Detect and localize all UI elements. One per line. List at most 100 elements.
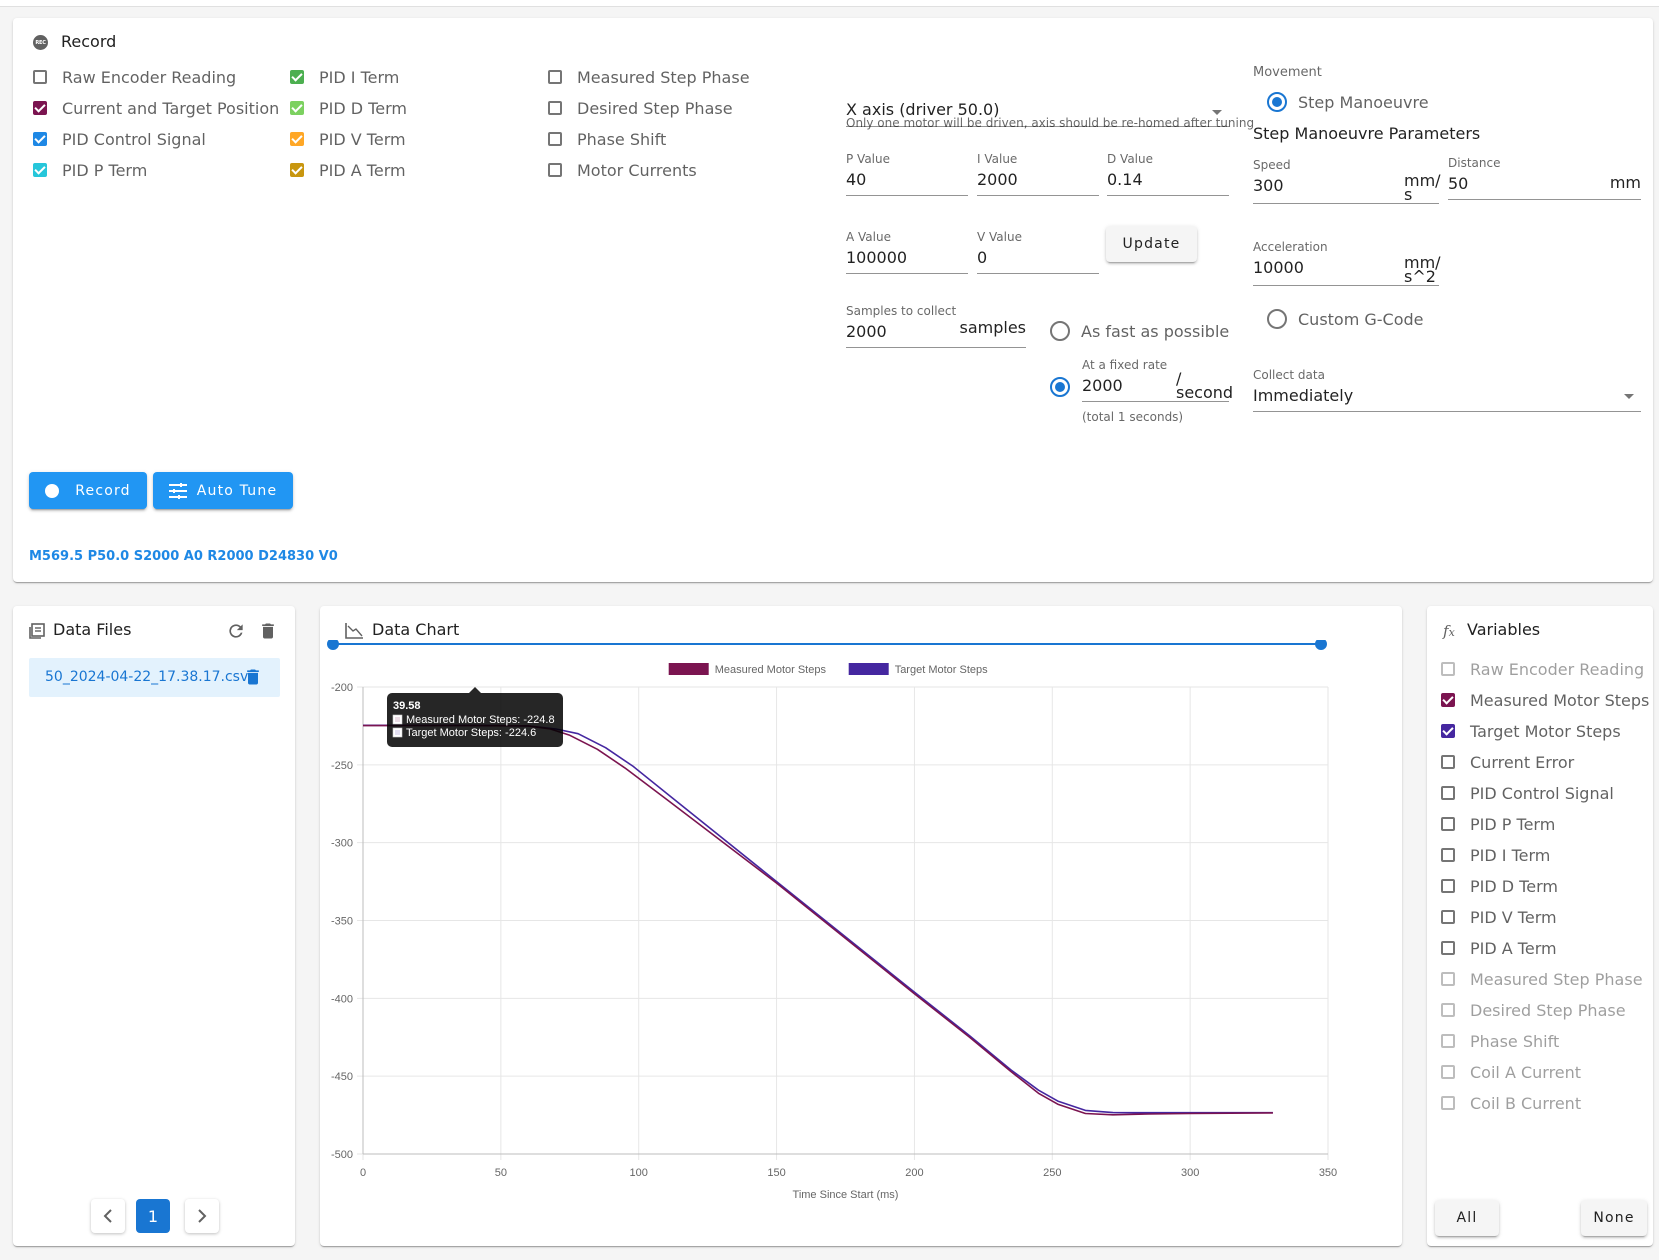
variable-checkbox[interactable]: PID I Term <box>1441 844 1550 866</box>
record-checkbox[interactable]: Phase Shift <box>548 128 666 150</box>
acceleration-field[interactable]: Acceleration 10000 mm/ s^2 <box>1253 240 1441 286</box>
variable-checkbox[interactable]: Current Error <box>1441 751 1574 773</box>
checkbox-icon <box>548 70 562 84</box>
record-checkbox[interactable]: Desired Step Phase <box>548 97 733 119</box>
rate-fixed-radio[interactable] <box>1050 377 1081 397</box>
function-icon: fx <box>1443 622 1455 640</box>
checkbox-label: Current and Target Position <box>62 98 280 118</box>
checkbox-label: Raw Encoder Reading <box>1470 659 1645 679</box>
record-checkbox[interactable]: Motor Currents <box>548 159 697 181</box>
checkbox-checked-icon <box>33 101 47 115</box>
select-all-button[interactable]: All <box>1435 1200 1499 1236</box>
file-list-item[interactable]: 50_2024-04-22_17.38.17.csv <box>29 658 280 697</box>
distance-input[interactable]: 50 <box>1448 174 1468 193</box>
checkbox-icon <box>1441 817 1455 831</box>
data-files-card: Data Files 50_2024-04-22_17.38.17.csv 1 <box>13 606 295 1246</box>
d-value-field[interactable]: D Value 0.14 <box>1107 152 1229 196</box>
checkbox-label: Desired Step Phase <box>1470 1000 1626 1020</box>
v-value-input[interactable]: 0 <box>977 248 987 267</box>
pagination-next[interactable] <box>185 1199 219 1233</box>
pagination-prev[interactable] <box>91 1199 125 1233</box>
variable-checkbox[interactable]: PID A Term <box>1441 937 1557 959</box>
p-value-field[interactable]: P Value 40 <box>846 152 968 196</box>
a-value-input[interactable]: 100000 <box>846 248 907 267</box>
record-checkbox[interactable]: PID V Term <box>290 128 406 150</box>
y-tick-label: -300 <box>331 838 353 850</box>
checkbox-label: Phase Shift <box>577 129 667 149</box>
range-slider-end-handle[interactable] <box>1315 640 1327 650</box>
collect-data-label: Collect data <box>1253 368 1325 382</box>
rate-fixed-field[interactable]: At a fixed rate 2000 / second <box>1082 358 1233 402</box>
samples-input[interactable]: 2000 <box>846 322 887 341</box>
file-list-icon <box>29 623 45 639</box>
checkbox-label: Measured Motor Steps <box>1470 690 1650 710</box>
p-value-input[interactable]: 40 <box>846 170 866 189</box>
variable-checkbox[interactable]: PID V Term <box>1441 906 1557 928</box>
series-line <box>363 724 1273 1114</box>
checkbox-label: PID A Term <box>319 160 406 180</box>
checkbox-label: Current Error <box>1470 752 1575 772</box>
variables-card: fx Variables Raw Encoder Reading Measured… <box>1427 606 1653 1246</box>
record-checkbox[interactable]: PID I Term <box>290 66 399 88</box>
line-chart[interactable]: 0 50 100 150 200 250 300 350 -200 -250 -300 -350 -40… <box>320 640 1402 1260</box>
record-button[interactable]: Record <box>29 472 147 509</box>
pagination-page[interactable]: 1 <box>136 1199 170 1233</box>
variable-checkbox[interactable]: PID D Term <box>1441 875 1558 897</box>
record-checkbox[interactable]: PID P Term <box>33 159 147 181</box>
rate-fixed-suffix: / second <box>1176 369 1234 402</box>
variables-title: Variables <box>1467 620 1541 639</box>
legend-label[interactable]: Target Motor Steps <box>895 664 988 676</box>
auto-tune-button[interactable]: Auto Tune <box>153 472 293 509</box>
update-button[interactable]: Update <box>1106 226 1197 262</box>
delete-file-icon[interactable] <box>243 667 263 687</box>
a-value-field[interactable]: A Value 100000 <box>846 230 968 274</box>
variable-checkbox: Coil B Current <box>1441 1092 1581 1114</box>
samples-field[interactable]: Samples to collect 2000 samples <box>846 304 1026 348</box>
acceleration-suffix: mm/ s^2 <box>1404 253 1441 286</box>
x-axis-title: Time Since Start (ms) <box>793 1189 899 1201</box>
record-checkbox[interactable]: PID D Term <box>290 97 407 119</box>
checkbox-checked-icon <box>290 132 304 146</box>
legend-swatch[interactable] <box>668 663 709 675</box>
speed-input[interactable]: 300 <box>1253 176 1284 195</box>
rate-fixed-input[interactable]: 2000 <box>1082 376 1123 395</box>
i-value-field[interactable]: I Value 2000 <box>977 152 1099 196</box>
record-checkbox[interactable]: Raw Encoder Reading <box>33 66 236 88</box>
variable-checkbox[interactable]: PID Control Signal <box>1441 782 1614 804</box>
step-manoeuvre-radio[interactable]: Step Manoeuvre <box>1267 92 1429 112</box>
collect-data-select[interactable]: Collect data Immediately <box>1253 368 1641 412</box>
y-tick-label: -400 <box>331 993 353 1005</box>
record-checkbox[interactable]: Current and Target Position <box>33 97 279 119</box>
acceleration-input[interactable]: 10000 <box>1253 258 1304 277</box>
variable-checkbox[interactable]: PID P Term <box>1441 813 1555 835</box>
record-checkbox[interactable]: Measured Step Phase <box>548 66 750 88</box>
custom-gcode-radio[interactable]: Custom G-Code <box>1267 309 1424 329</box>
checkbox-label: PID V Term <box>1470 907 1557 927</box>
i-value-label: I Value <box>977 152 1018 166</box>
checkbox-label: PID Control Signal <box>1470 783 1614 803</box>
speed-field[interactable]: Speed 300 mm/ s <box>1253 158 1441 204</box>
delete-all-icon[interactable] <box>258 621 278 641</box>
record-checkbox[interactable]: PID Control Signal <box>33 128 206 150</box>
v-value-field[interactable]: V Value 0 <box>977 230 1099 274</box>
y-tick-label: -450 <box>331 1071 353 1083</box>
legend-swatch[interactable] <box>848 663 889 675</box>
legend-label[interactable]: Measured Motor Steps <box>715 664 827 676</box>
d-value-input[interactable]: 0.14 <box>1107 170 1143 189</box>
variable-checkbox[interactable]: Target Motor Steps <box>1441 720 1621 742</box>
checkbox-checked-icon <box>1441 724 1455 738</box>
range-slider-start-handle[interactable] <box>327 640 339 650</box>
checkbox-label: Measured Step Phase <box>1470 969 1643 989</box>
radio-icon <box>1050 377 1070 397</box>
x-tick-label: 50 <box>495 1167 507 1179</box>
variable-checkbox[interactable]: Measured Motor Steps <box>1441 689 1649 711</box>
i-value-input[interactable]: 2000 <box>977 170 1018 189</box>
checkbox-label: PID I Term <box>319 67 400 87</box>
checkbox-label: Coil B Current <box>1470 1093 1582 1113</box>
select-none-button[interactable]: None <box>1581 1200 1647 1236</box>
record-checkbox[interactable]: PID A Term <box>290 159 406 181</box>
rate-fast-radio[interactable]: As fast as possible <box>1050 321 1229 341</box>
checkbox-icon <box>1441 848 1455 862</box>
refresh-icon[interactable] <box>226 621 246 641</box>
distance-field[interactable]: Distance 50 mm <box>1448 156 1641 200</box>
